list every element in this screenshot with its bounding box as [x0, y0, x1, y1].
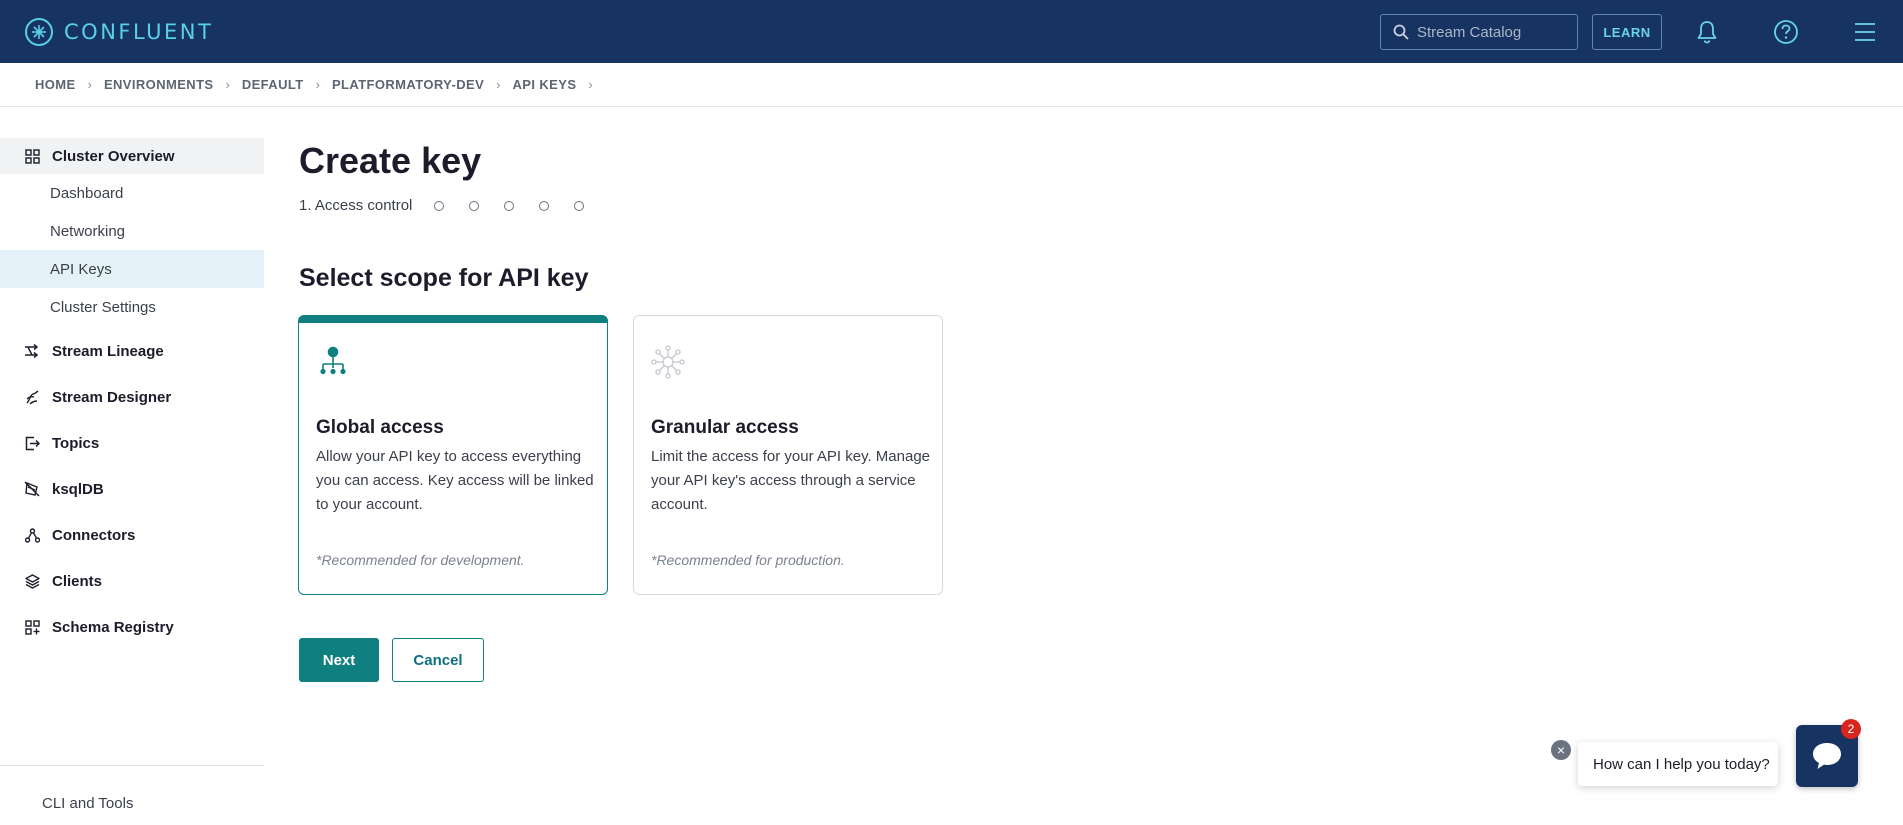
sidebar-item-label: Cluster Overview: [52, 147, 175, 165]
sidebar-item-api-keys[interactable]: API Keys: [0, 250, 264, 288]
sidebar-item-dashboard[interactable]: Dashboard: [0, 174, 264, 212]
sidebar-item-label: API Keys: [50, 260, 112, 278]
sidebar-item-label: Topics: [52, 434, 100, 452]
layers-icon: [24, 573, 40, 589]
chevron-right-icon: ›: [225, 77, 230, 92]
bell-icon: [1697, 21, 1717, 44]
notifications-button[interactable]: [1692, 17, 1722, 47]
hierarchy-icon: [320, 346, 346, 375]
breadcrumb-environments[interactable]: ENVIRONMENTS: [104, 77, 214, 92]
close-icon: ×: [1556, 742, 1566, 758]
chat-prompt-text: How can I help you today?: [1593, 755, 1770, 773]
stream-catalog-search[interactable]: Stream Catalog: [1380, 14, 1578, 50]
card-title: Global access: [316, 417, 444, 438]
schema-registry-icon: [24, 619, 40, 635]
step-indicator: [504, 200, 515, 211]
stream-designer-icon: [24, 389, 40, 405]
sidebar-item-label: Stream Designer: [52, 388, 172, 406]
help-button[interactable]: [1771, 17, 1801, 47]
breadcrumb-cluster[interactable]: PLATFORMATORY-DEV: [332, 77, 484, 92]
stream-lineage-icon: [24, 343, 40, 359]
chat-prompt-bubble[interactable]: How can I help you today?: [1578, 742, 1778, 786]
sidebar-item-cluster-settings[interactable]: Cluster Settings: [0, 288, 264, 326]
brand-name: CONFLUENT: [64, 20, 214, 44]
sidebar: Cluster Overview Dashboard Networking AP…: [0, 107, 264, 825]
current-step-label: 1. Access control: [299, 197, 413, 214]
step-indicator: [469, 200, 480, 211]
chat-icon: [1813, 743, 1841, 769]
help-icon: [1774, 20, 1798, 44]
page-title: Create key: [299, 140, 482, 181]
brand[interactable]: CONFLUENT: [24, 17, 213, 47]
card-title: Granular access: [651, 417, 799, 438]
step-indicator: [539, 200, 550, 211]
card-note: *Recommended for development.: [316, 552, 525, 568]
sidebar-item-schema-registry[interactable]: Schema Registry: [0, 609, 264, 645]
confluent-logo-icon: [25, 18, 53, 46]
sidebar-item-label: Networking: [50, 222, 126, 240]
global-access-card[interactable]: Global access Allow your API key to acce…: [298, 315, 608, 595]
sidebar-item-label: Connectors: [52, 526, 136, 544]
cli-and-tools-link[interactable]: CLI and Tools: [42, 795, 133, 812]
search-placeholder: Stream Catalog: [1417, 23, 1522, 41]
chevron-right-icon: ›: [315, 77, 320, 92]
sidebar-item-label: Dashboard: [50, 184, 124, 202]
step-indicator: [574, 200, 585, 211]
sidebar-item-label: ksqlDB: [52, 480, 104, 498]
sidebar-item-networking[interactable]: Networking: [0, 212, 264, 250]
next-button[interactable]: Next: [299, 638, 379, 682]
connectors-icon: [24, 527, 40, 543]
chevron-right-icon: ›: [496, 77, 501, 92]
wizard-steps: 1. Access control: [299, 197, 609, 214]
granular-network-icon: [651, 345, 685, 379]
card-note: *Recommended for production.: [651, 552, 845, 568]
sidebar-item-label: Clients: [52, 572, 103, 590]
sidebar-item-topics[interactable]: Topics: [0, 425, 264, 461]
topics-icon: [24, 435, 40, 451]
chevron-right-icon: ›: [87, 77, 92, 92]
top-navigation-bar: CONFLUENT Stream Catalog LEARN: [0, 0, 1903, 63]
sidebar-divider: [0, 765, 264, 766]
card-description: Limit the access for your API key. Manag…: [651, 448, 931, 513]
granular-access-card[interactable]: Granular access Limit the access for you…: [633, 315, 943, 595]
breadcrumb: HOME › ENVIRONMENTS › DEFAULT › PLATFORM…: [0, 63, 1903, 107]
chat-notification-badge: 2: [1841, 719, 1861, 739]
learn-button[interactable]: LEARN: [1592, 14, 1662, 50]
main-menu-button[interactable]: [1850, 17, 1880, 47]
ksqldb-icon: [24, 481, 40, 497]
sidebar-item-label: Cluster Settings: [50, 298, 156, 316]
sidebar-item-clients[interactable]: Clients: [0, 563, 264, 599]
card-description: Allow your API key to access everything …: [316, 448, 594, 513]
sidebar-item-label: Stream Lineage: [52, 342, 164, 360]
sidebar-item-ksqldb[interactable]: ksqlDB: [0, 471, 264, 507]
sidebar-item-label: Schema Registry: [52, 618, 174, 636]
sidebar-item-connectors[interactable]: Connectors: [0, 517, 264, 553]
chevron-right-icon: ›: [588, 77, 593, 92]
cancel-button[interactable]: Cancel: [392, 638, 484, 682]
step-indicator: [434, 200, 445, 211]
hamburger-menu-icon: [1855, 23, 1875, 41]
sidebar-item-stream-designer[interactable]: Stream Designer: [0, 379, 264, 415]
sidebar-item-stream-lineage[interactable]: Stream Lineage: [0, 333, 264, 369]
chat-dismiss-button[interactable]: ×: [1551, 740, 1571, 760]
breadcrumb-default[interactable]: DEFAULT: [242, 77, 304, 92]
grid-icon: [24, 148, 40, 164]
breadcrumb-api-keys[interactable]: API KEYS: [513, 77, 577, 92]
search-icon: [1393, 24, 1409, 40]
section-title: Select scope for API key: [299, 264, 589, 292]
sidebar-item-cluster-overview[interactable]: Cluster Overview: [0, 138, 264, 174]
breadcrumb-home[interactable]: HOME: [35, 77, 76, 92]
